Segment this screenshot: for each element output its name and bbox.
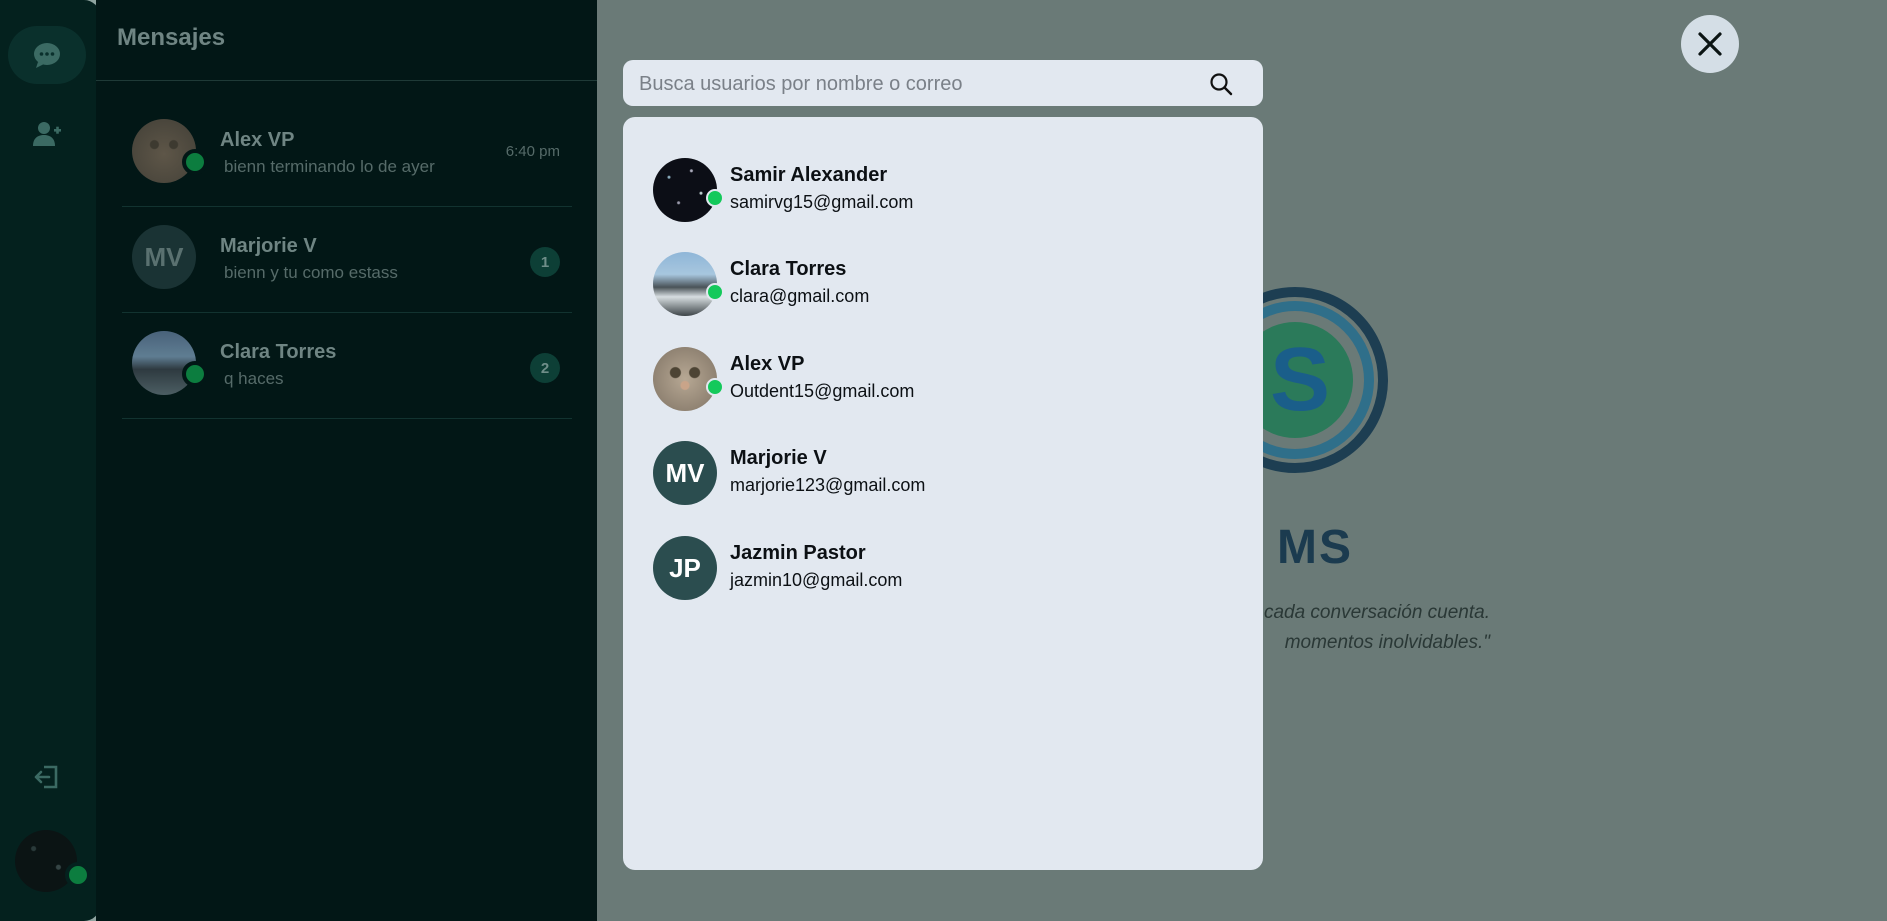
- chat-bubble-icon: [34, 43, 60, 68]
- add-user-icon: [33, 122, 61, 146]
- user-search-box: [623, 60, 1263, 108]
- user-email: samirvg15@gmail.com: [730, 192, 914, 212]
- online-indicator: [706, 283, 724, 301]
- chat-list-item[interactable]: MV Marjorie V bienn y tu como estass 1: [122, 207, 572, 313]
- user-name: Jazmin Pastor: [730, 542, 866, 564]
- online-indicator: [65, 862, 91, 888]
- online-indicator: [182, 361, 208, 387]
- user-email: jazmin10@gmail.com: [730, 570, 903, 590]
- contact-name: Alex VP: [220, 129, 295, 151]
- avatar: MV: [653, 441, 717, 505]
- user-name: Alex VP: [730, 353, 805, 375]
- user-email: Outdent15@gmail.com: [730, 381, 915, 401]
- message-preview: bienn y tu como estass: [224, 263, 398, 282]
- messages-nav-button[interactable]: [8, 26, 86, 84]
- chat-list-panel: Mensajes Alex VP bienn terminando lo de …: [96, 0, 597, 921]
- user-name: Clara Torres: [730, 258, 847, 280]
- avatar: [653, 347, 717, 411]
- user-email: marjorie123@gmail.com: [730, 475, 926, 495]
- unread-badge: 1: [530, 247, 560, 277]
- close-modal-button[interactable]: [1681, 15, 1739, 73]
- avatar: JP: [653, 536, 717, 600]
- user-result-item[interactable]: Clara Torres clara@gmail.com: [653, 248, 1233, 328]
- avatar: [653, 252, 717, 316]
- avatar: [653, 158, 717, 222]
- chat-list-item[interactable]: Clara Torres q haces 2: [122, 313, 572, 419]
- user-result-item[interactable]: Alex VP Outdent15@gmail.com: [653, 343, 1233, 423]
- contact-name: Clara Torres: [220, 341, 337, 363]
- user-result-item[interactable]: MV Marjorie V marjorie123@gmail.com: [653, 437, 1233, 517]
- online-indicator: [182, 149, 208, 175]
- chat-list-item[interactable]: Alex VP bienn terminando lo de ayer 6:40…: [122, 101, 572, 207]
- search-icon[interactable]: [1209, 72, 1233, 96]
- avatar: MV: [132, 225, 196, 289]
- app-window: Mensajes Alex VP bienn terminando lo de …: [0, 0, 1887, 921]
- online-indicator: [706, 378, 724, 396]
- divider: [96, 80, 597, 81]
- search-input[interactable]: [637, 60, 1201, 108]
- user-name: Samir Alexander: [730, 164, 888, 186]
- logout-icon: [34, 765, 58, 789]
- user-result-item[interactable]: JP Jazmin Pastor jazmin10@gmail.com: [653, 532, 1233, 612]
- user-result-item[interactable]: Samir Alexander samirvg15@gmail.com: [653, 154, 1233, 234]
- user-email: clara@gmail.com: [730, 286, 870, 306]
- message-preview: q haces: [224, 369, 284, 388]
- contact-name: Marjorie V: [220, 235, 317, 257]
- search-results-list: Samir Alexander samirvg15@gmail.com Clar…: [623, 117, 1263, 870]
- logout-button[interactable]: [8, 748, 86, 806]
- svg-text:S: S: [1270, 330, 1330, 430]
- add-contact-nav-button[interactable]: [8, 105, 86, 163]
- unread-badge: 2: [530, 353, 560, 383]
- close-icon: [1698, 32, 1722, 56]
- user-name: Marjorie V: [730, 447, 827, 469]
- icon-rail: [0, 0, 100, 921]
- panel-title: Mensajes: [117, 24, 226, 51]
- online-indicator: [706, 189, 724, 207]
- logo-text: MS: [1277, 521, 1353, 574]
- message-time: 6:40 pm: [505, 143, 560, 160]
- message-preview: bienn terminando lo de ayer: [224, 157, 435, 176]
